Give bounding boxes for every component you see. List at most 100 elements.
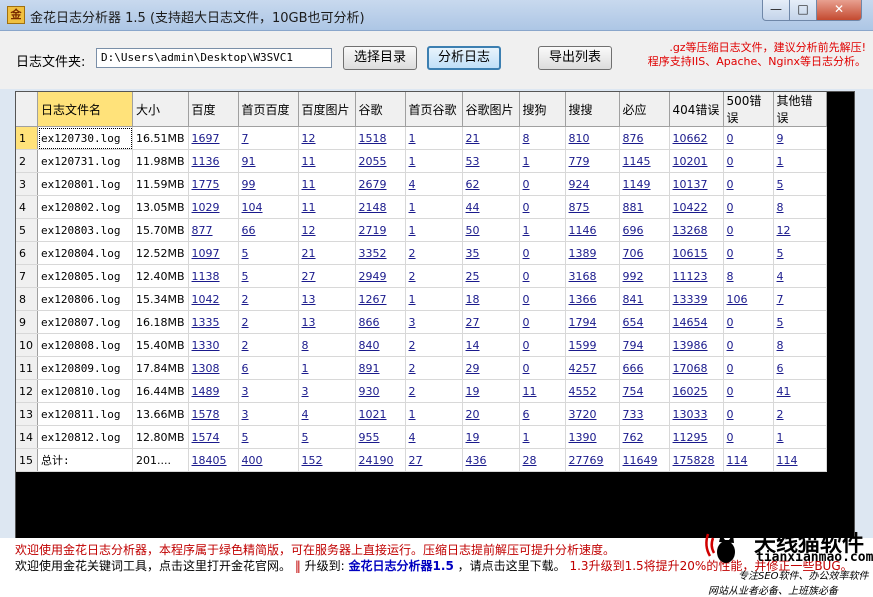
count-cell[interactable]: 66 [238,218,299,242]
count-cell[interactable]: 13268 [669,218,724,242]
count-cell[interactable]: 114 [773,448,827,472]
count-cell[interactable]: 4 [405,172,463,196]
file-name-cell[interactable]: ex120803.log [37,218,133,242]
count-cell[interactable]: 841 [619,287,670,311]
count-cell[interactable]: 0 [519,287,566,311]
count-cell[interactable]: 3720 [565,402,620,426]
count-cell[interactable]: 1 [405,126,463,150]
count-cell[interactable]: 175828 [669,448,724,472]
count-cell[interactable]: 12 [298,218,356,242]
count-cell[interactable]: 19 [462,379,520,403]
file-name-cell[interactable]: ex120811.log [37,402,133,426]
count-cell[interactable]: 21 [462,126,520,150]
column-header-4[interactable]: 首页百度 [238,92,299,127]
row-number[interactable]: 7 [16,264,38,288]
count-cell[interactable]: 881 [619,195,670,219]
minimize-button[interactable]: — [762,0,790,21]
column-header-11[interactable]: 必应 [619,92,670,127]
count-cell[interactable]: 4552 [565,379,620,403]
table-row[interactable]: 1 ex120730.log 16.51MB 1697 7 12 1518 1 21 8 810 87… [16,126,827,150]
count-cell[interactable]: 2 [405,333,463,357]
count-cell[interactable]: 3352 [355,241,406,265]
table-row[interactable]: 14 ex120812.log 12.80MB 1574 5 5 955 4 19 1 1390 76… [16,425,827,449]
count-cell[interactable]: 35 [462,241,520,265]
count-cell[interactable]: 0 [519,195,566,219]
file-name-cell[interactable]: ex120730.log [37,126,133,150]
count-cell[interactable]: 5 [238,264,299,288]
count-cell[interactable]: 13 [298,310,356,334]
table-row[interactable]: 10 ex120808.log 15.40MB 1330 2 8 840 2 14 0 1599 79… [16,333,827,357]
count-cell[interactable]: 27769 [565,448,620,472]
column-header-8[interactable]: 谷歌图片 [462,92,520,127]
count-cell[interactable]: 104 [238,195,299,219]
count-cell[interactable]: 0 [723,310,774,334]
count-cell[interactable]: 666 [619,356,670,380]
file-name-cell[interactable]: ex120809.log [37,356,133,380]
count-cell[interactable]: 11 [298,172,356,196]
count-cell[interactable]: 1021 [355,402,406,426]
count-cell[interactable]: 10615 [669,241,724,265]
official-site-link[interactable]: 欢迎使用金花关键词工具，点击这里打开金花官网。 [15,559,291,573]
count-cell[interactable]: 27 [405,448,463,472]
count-cell[interactable]: 10422 [669,195,724,219]
count-cell[interactable]: 5 [298,425,356,449]
column-header-0[interactable] [16,92,38,127]
count-cell[interactable]: 0 [519,264,566,288]
count-cell[interactable]: 8 [773,195,827,219]
count-cell[interactable]: 696 [619,218,670,242]
count-cell[interactable]: 44 [462,195,520,219]
count-cell[interactable]: 12 [773,218,827,242]
row-number[interactable]: 13 [16,402,38,426]
column-header-13[interactable]: 500错误 [723,92,774,127]
count-cell[interactable]: 733 [619,402,670,426]
count-cell[interactable]: 2055 [355,149,406,173]
count-cell[interactable]: 1330 [188,333,239,357]
count-cell[interactable]: 0 [519,310,566,334]
column-header-5[interactable]: 百度图片 [298,92,356,127]
count-cell[interactable]: 1697 [188,126,239,150]
count-cell[interactable]: 152 [298,448,356,472]
column-header-7[interactable]: 首页谷歌 [405,92,463,127]
count-cell[interactable]: 754 [619,379,670,403]
count-cell[interactable]: 9 [773,126,827,150]
count-cell[interactable]: 1145 [619,149,670,173]
count-cell[interactable]: 20 [462,402,520,426]
title-bar[interactable]: 金 金花日志分析器 1.5 (支持超大日志文件，10GB也可分析) — □ ✕ [0,0,873,31]
count-cell[interactable]: 2 [405,379,463,403]
count-cell[interactable]: 1 [405,195,463,219]
count-cell[interactable]: 1097 [188,241,239,265]
table-row[interactable]: 8 ex120806.log 15.34MB 1042 2 13 1267 1 18 0 1366 8… [16,287,827,311]
count-cell[interactable]: 4 [405,425,463,449]
row-number[interactable]: 11 [16,356,38,380]
count-cell[interactable]: 0 [723,149,774,173]
count-cell[interactable]: 2148 [355,195,406,219]
count-cell[interactable]: 1 [519,425,566,449]
count-cell[interactable]: 2 [238,333,299,357]
analyze-log-button[interactable]: 分析日志 [427,46,501,70]
count-cell[interactable]: 6 [773,356,827,380]
column-header-14[interactable]: 其他错误 [773,92,827,127]
count-cell[interactable]: 1308 [188,356,239,380]
file-name-cell[interactable]: ex120807.log [37,310,133,334]
count-cell[interactable]: 0 [723,356,774,380]
count-cell[interactable]: 1146 [565,218,620,242]
table-row[interactable]: 12 ex120810.log 16.44MB 1489 3 3 930 2 19 11 4552 7… [16,379,827,403]
count-cell[interactable]: 1794 [565,310,620,334]
download-link[interactable]: ，请点击这里下载。 [458,559,566,573]
count-cell[interactable]: 91 [238,149,299,173]
table-row[interactable]: 2 ex120731.log 11.98MB 1136 91 11 2055 1 53 1 779 1… [16,149,827,173]
table-row[interactable]: 5 ex120803.log 15.70MB 877 66 12 2719 1 50 1 1146 6… [16,218,827,242]
count-cell[interactable]: 0 [519,241,566,265]
count-cell[interactable]: 18 [462,287,520,311]
row-number[interactable]: 1 [16,126,38,150]
count-cell[interactable]: 11295 [669,425,724,449]
count-cell[interactable]: 5 [238,241,299,265]
count-cell[interactable]: 1389 [565,241,620,265]
file-name-cell[interactable]: ex120805.log [37,264,133,288]
count-cell[interactable]: 3 [298,379,356,403]
file-name-cell[interactable]: ex120806.log [37,287,133,311]
file-name-cell[interactable]: ex120731.log [37,149,133,173]
count-cell[interactable]: 840 [355,333,406,357]
count-cell[interactable]: 779 [565,149,620,173]
count-cell[interactable]: 866 [355,310,406,334]
